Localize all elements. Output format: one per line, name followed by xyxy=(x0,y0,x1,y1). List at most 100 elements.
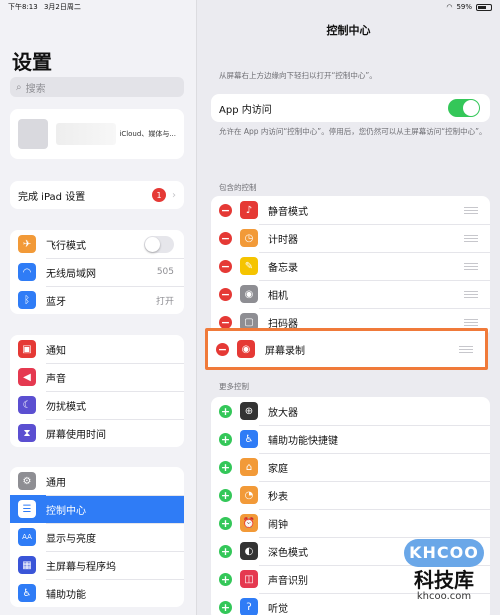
alarm-icon: ⏰ xyxy=(240,514,258,532)
timer-icon: ◷ xyxy=(240,229,258,247)
sidebar-item-label: 无线局域网 xyxy=(46,268,96,280)
sidebar-item-label: 显示与亮度 xyxy=(46,533,96,545)
dark-mode-icon: ◐ xyxy=(240,542,258,560)
watermark-url: khcoo.com xyxy=(416,591,472,602)
control-label: 听觉 xyxy=(268,603,288,615)
sidebar-item-dnd[interactable]: ☾ 勿扰模式 xyxy=(10,391,184,419)
sidebar-item-label: 主屏幕与程序坞 xyxy=(46,561,116,573)
chevron-right-icon: › xyxy=(172,189,176,201)
list-item[interactable]: + ◔ 秒表 xyxy=(211,481,490,509)
status-time: 下午8:13 xyxy=(8,3,38,11)
list-item[interactable]: + ⊕ 放大器 xyxy=(211,397,490,425)
search-placeholder: 搜索 xyxy=(25,83,46,95)
status-right: ◠ 59% xyxy=(446,3,492,11)
finish-setup-card[interactable]: 完成 iPad 设置 1 › xyxy=(10,181,184,209)
sidebar-item-accessibility[interactable]: ♿ 辅助功能 xyxy=(10,579,184,607)
add-button[interactable]: + xyxy=(219,404,232,418)
list-item[interactable]: − ✎ 备忘录 xyxy=(211,252,490,280)
remove-button[interactable]: − xyxy=(219,231,232,245)
in-app-access-label: App 内访问 xyxy=(219,104,272,116)
control-label: 深色模式 xyxy=(268,547,308,559)
remove-button[interactable]: − xyxy=(219,287,232,301)
search-input[interactable]: ⌕ 搜索 xyxy=(10,77,184,97)
notification-icon: ▣ xyxy=(18,340,36,358)
remove-button[interactable]: − xyxy=(219,259,232,273)
sidebar-item-label: 通知 xyxy=(46,345,66,357)
control-label: 闹钟 xyxy=(268,519,288,531)
list-item-screen-record[interactable]: − ◉ 屏幕录制 xyxy=(208,331,485,367)
list-item[interactable]: − ◉ 相机 xyxy=(211,280,490,308)
sound-recognition-icon: ◫ xyxy=(240,570,258,588)
control-label: 家庭 xyxy=(268,463,288,475)
control-label: 声音识别 xyxy=(268,575,308,587)
sidebar-item-label: 屏幕使用时间 xyxy=(46,429,106,441)
add-button[interactable]: + xyxy=(219,544,232,558)
add-button[interactable]: + xyxy=(219,460,232,474)
drag-handle-icon[interactable] xyxy=(459,345,473,353)
control-label: 相机 xyxy=(268,290,288,302)
list-item[interactable]: + ♿ 辅助功能快捷键 xyxy=(211,425,490,453)
drag-handle-icon[interactable] xyxy=(464,318,478,326)
remove-button[interactable]: − xyxy=(219,315,232,329)
control-label: 辅助功能快捷键 xyxy=(268,435,338,447)
sidebar-group-connectivity: ✈ 飞行模式 ◠ 无线局域网 505 ᛒ 蓝牙 打开 xyxy=(10,230,184,314)
search-icon: ⌕ xyxy=(16,81,22,93)
sidebar-item-label: 蓝牙 xyxy=(46,296,66,308)
in-app-access-row[interactable]: App 内访问 xyxy=(211,94,490,122)
in-app-access-card: App 内访问 xyxy=(211,94,490,122)
remove-button[interactable]: − xyxy=(219,203,232,217)
add-button[interactable]: + xyxy=(219,572,232,586)
drag-handle-icon[interactable] xyxy=(464,262,478,270)
record-icon: ◉ xyxy=(237,340,255,358)
list-item[interactable]: + ⏰ 闹钟 xyxy=(211,509,490,537)
sidebar-item-control-center[interactable]: ☰ 控制中心 xyxy=(10,495,184,523)
sidebar-item-label: 通用 xyxy=(46,477,66,489)
drag-handle-icon[interactable] xyxy=(464,234,478,242)
panel-description: 从屏幕右上方边缘向下轻扫以打开“控制中心”。 xyxy=(219,71,377,80)
control-center-icon: ☰ xyxy=(18,500,36,518)
remove-button[interactable]: − xyxy=(216,342,229,356)
list-item[interactable]: + ⌂ 家庭 xyxy=(211,453,490,481)
control-label: 计时器 xyxy=(268,234,298,246)
drag-handle-icon[interactable] xyxy=(464,206,478,214)
profile-subtitle: iCloud、媒体与... xyxy=(119,130,176,138)
home-screen-icon: ▦ xyxy=(18,556,36,574)
sidebar-item-home-screen[interactable]: ▦ 主屏幕与程序坞 xyxy=(10,551,184,579)
list-item[interactable]: − ◷ 计时器 xyxy=(211,224,490,252)
finish-setup-row[interactable]: 完成 iPad 设置 1 › xyxy=(10,181,184,209)
sidebar-item-sound[interactable]: ◀ 声音 xyxy=(10,363,184,391)
camera-icon: ◉ xyxy=(240,285,258,303)
accessibility-icon: ♿ xyxy=(240,430,258,448)
control-label: 放大器 xyxy=(268,407,298,419)
settings-sidebar: 设置 ⌕ 搜索 iCloud、媒体与... 完成 iPad 设置 1 › ✈ 飞… xyxy=(0,0,197,615)
control-label: 备忘录 xyxy=(268,262,298,274)
in-app-access-toggle[interactable] xyxy=(448,99,480,117)
sidebar-item-notifications[interactable]: ▣ 通知 xyxy=(10,335,184,363)
airplane-toggle[interactable] xyxy=(144,235,174,253)
home-icon: ⌂ xyxy=(240,458,258,476)
control-label: 静音模式 xyxy=(268,206,308,218)
sidebar-item-display[interactable]: AA 显示与亮度 xyxy=(10,523,184,551)
sidebar-item-wifi[interactable]: ◠ 无线局域网 505 xyxy=(10,258,184,286)
add-button[interactable]: + xyxy=(219,600,232,614)
list-item[interactable]: − ♪ 静音模式 xyxy=(211,196,490,224)
sidebar-item-screen-time[interactable]: ⧗ 屏幕使用时间 xyxy=(10,419,184,447)
sidebar-item-general[interactable]: ⚙ 通用 xyxy=(10,467,184,495)
add-button[interactable]: + xyxy=(219,488,232,502)
add-button[interactable]: + xyxy=(219,516,232,530)
included-controls-header: 包含的控制 xyxy=(219,183,257,192)
sidebar-item-airplane[interactable]: ✈ 飞行模式 xyxy=(10,230,184,258)
control-label: 屏幕录制 xyxy=(265,345,305,357)
watermark: KHCOO 科技库 khcoo.com xyxy=(394,539,494,611)
battery-percent: 59% xyxy=(456,3,472,11)
drag-handle-icon[interactable] xyxy=(464,290,478,298)
wifi-icon: ◠ xyxy=(446,3,453,11)
airplane-icon: ✈ xyxy=(18,235,36,253)
magnifier-icon: ⊕ xyxy=(240,402,258,420)
sidebar-group-notifications: ▣ 通知 ◀ 声音 ☾ 勿扰模式 ⧗ 屏幕使用时间 xyxy=(10,335,184,447)
battery-icon xyxy=(476,3,492,11)
profile-card[interactable]: iCloud、媒体与... xyxy=(10,109,184,159)
add-button[interactable]: + xyxy=(219,432,232,446)
sidebar-item-bluetooth[interactable]: ᛒ 蓝牙 打开 xyxy=(10,286,184,314)
status-left: 下午8:13 3月2日周二 xyxy=(8,2,81,12)
